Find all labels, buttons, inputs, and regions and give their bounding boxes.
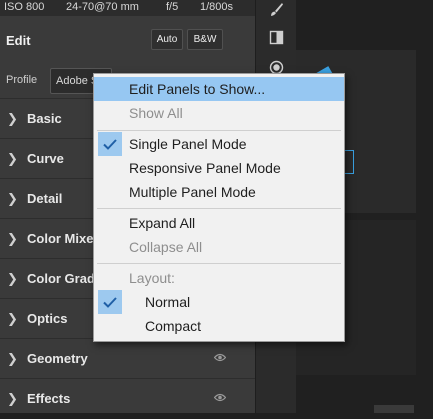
chevron-right-icon: ❯: [7, 311, 18, 326]
section-label: Optics: [27, 311, 68, 326]
section-label: Basic: [27, 111, 62, 126]
bw-button[interactable]: B&W: [187, 29, 223, 50]
menu-item-label: Show All: [129, 105, 183, 121]
menu-heading-layout: Layout:: [94, 266, 344, 290]
shutter-value: 1/800s: [200, 1, 234, 13]
eye-icon[interactable]: [214, 393, 226, 402]
menu-item-label: Responsive Panel Mode: [129, 160, 281, 176]
section-label: Detail: [27, 191, 63, 206]
edit-header: Edit Auto B&W: [0, 24, 255, 58]
menu-item-label: Normal: [145, 294, 191, 310]
menu-item-label: Compact: [145, 318, 202, 334]
section-label: Curve: [27, 151, 64, 166]
checkmark-icon: [98, 132, 122, 156]
menu-item-label: Collapse All: [129, 239, 203, 255]
camera-info-bar: ISO 800 24-70@70 mm f/5 1/800s: [0, 0, 255, 16]
bottom-control: [374, 405, 414, 413]
panel-options-menu: Edit Panels to Show... Show All Single P…: [93, 73, 345, 342]
iso-value: ISO 800: [4, 1, 45, 13]
chevron-right-icon: ❯: [7, 111, 18, 126]
menu-item-expand-all[interactable]: Expand All: [94, 211, 344, 235]
chevron-right-icon: ❯: [7, 191, 18, 206]
menu-item-label: Single Panel Mode: [129, 136, 247, 152]
menu-item-label: Expand All: [129, 215, 196, 231]
chevron-right-icon: ❯: [7, 231, 18, 246]
chevron-right-icon: ❯: [7, 151, 18, 166]
checkmark-icon: [98, 290, 122, 314]
menu-separator: [97, 263, 341, 264]
menu-item-label: Edit Panels to Show...: [129, 81, 266, 97]
menu-item-layout-compact[interactable]: Compact: [94, 314, 344, 338]
edit-title: Edit: [6, 33, 31, 48]
menu-item-responsive-panel-mode[interactable]: Responsive Panel Mode: [94, 156, 344, 180]
section-geometry[interactable]: ❯ Geometry: [0, 338, 255, 379]
profile-label: Profile: [6, 74, 38, 86]
menu-item-single-panel-mode[interactable]: Single Panel Mode: [94, 132, 344, 156]
section-label: Effects: [27, 391, 71, 406]
chevron-right-icon: ❯: [7, 391, 18, 406]
menu-item-multiple-panel-mode[interactable]: Multiple Panel Mode: [94, 180, 344, 204]
brush-icon[interactable]: [269, 2, 284, 17]
menu-item-show-all: Show All: [94, 101, 344, 125]
section-label: Color Mixe: [27, 231, 94, 246]
crop-square-icon[interactable]: [269, 30, 284, 45]
auto-button[interactable]: Auto: [151, 29, 183, 50]
menu-item-collapse-all: Collapse All: [94, 235, 344, 259]
menu-separator: [97, 130, 341, 131]
chevron-right-icon: ❯: [7, 351, 18, 366]
profile-value: Adobe S: [56, 75, 99, 87]
chevron-right-icon: ❯: [7, 271, 18, 286]
menu-item-label: Layout:: [129, 270, 175, 286]
section-label: Geometry: [27, 351, 88, 366]
menu-separator: [97, 208, 341, 209]
section-label: Color Grad: [27, 271, 95, 286]
menu-item-layout-normal[interactable]: Normal: [94, 290, 344, 314]
eye-icon[interactable]: [214, 353, 226, 362]
aperture-value: f/5: [166, 1, 179, 13]
menu-item-edit-panels[interactable]: Edit Panels to Show...: [94, 77, 344, 101]
menu-item-label: Multiple Panel Mode: [129, 184, 256, 200]
lens-value: 24-70@70 mm: [66, 1, 139, 13]
